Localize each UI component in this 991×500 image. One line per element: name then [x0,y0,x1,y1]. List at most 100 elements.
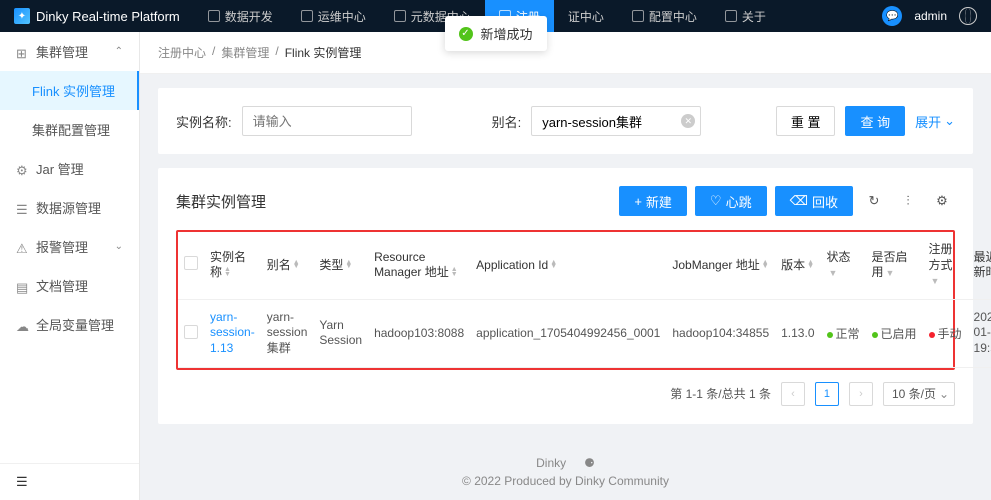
doc-icon: ▤ [16,280,28,292]
new-button[interactable]: +新建 [619,186,687,216]
heart-icon: ♡ [710,193,722,209]
checkbox-row[interactable] [184,325,198,339]
logo[interactable]: ✦ Dinky Real-time Platform [0,8,194,24]
footer-name[interactable]: Dinky [536,456,566,470]
main: 注册中心/ 集群管理/ Flink 实例管理 实例名称: 别名: ✕ 重 置 查 [140,32,991,500]
logo-icon: ✦ [14,8,30,24]
crumb-current: Flink 实例管理 [285,44,362,61]
filter-icon: ▼ [829,268,838,278]
instance-table: 实例名称▲▼ 别名▲▼ 类型▲▼ Resource Manager 地址▲▼ A… [178,232,991,368]
col-version[interactable]: 版本▲▼ [775,232,820,299]
page-next[interactable]: › [849,382,873,406]
footer: Dinky ⚈ © 2022 Produced by Dinky Communi… [140,444,991,500]
app-name: Dinky Real-time Platform [36,9,180,24]
table-highlight: 实例名称▲▼ 别名▲▼ 类型▲▼ Resource Manager 地址▲▼ A… [176,230,955,370]
cell-rm: hadoop103:8088 [368,299,470,367]
density-icon[interactable]: ⫶ [895,188,921,214]
cell-reg: 手动 [923,299,968,367]
col-name[interactable]: 实例名称▲▼ [204,232,261,299]
gear-icon [632,10,644,22]
globe-icon[interactable] [959,7,977,25]
crumb[interactable]: 注册中心 [158,44,206,61]
col-appid[interactable]: Application Id▲▼ [470,232,666,299]
cell-status: 正常 [821,299,866,367]
monitor-icon [301,10,313,22]
sidebar-collapse-toggle[interactable]: ☰ [0,463,139,500]
sidebar-group-cluster[interactable]: ⊞集群管理 ⌃ [0,32,139,71]
col-enabled[interactable]: 是否启用▼ [866,232,923,299]
reset-button[interactable]: 重 置 [776,106,836,136]
nav-data-dev[interactable]: 数据开发 [194,0,287,32]
chevron-down-icon: ⌄ [944,113,955,129]
nav-config[interactable]: 配置中心 [618,0,711,32]
sidebar: ⊞集群管理 ⌃ Flink 实例管理 集群配置管理 ⚙Jar 管理 ☰数据源管理… [0,32,140,500]
page-icon [394,10,406,22]
status-dot-icon [929,332,935,338]
reload-icon[interactable]: ↻ [861,188,887,214]
page-current[interactable]: 1 [815,382,839,406]
list-icon: ☰ [16,202,28,214]
nav-ops[interactable]: 运维中心 [287,0,380,32]
clear-icon[interactable]: ✕ [681,114,695,128]
chevron-up-icon: ⌃ [115,46,123,57]
expand-link[interactable]: 展开⌄ [915,112,955,131]
sidebar-item-alert[interactable]: ⚠报警管理 ⌄ [0,227,139,266]
footer-copyright: © 2022 Produced by Dinky Community [140,474,991,488]
settings-icon[interactable]: ⚙ [929,188,955,214]
cloud-icon: ☁ [16,319,28,331]
alert-icon: ⚠ [16,241,28,253]
cell-type: Yarn Session [313,299,368,367]
checkbox-all[interactable] [184,256,198,270]
nav-about[interactable]: 关于 [711,0,780,32]
alias-input[interactable] [531,106,701,136]
name-input[interactable] [242,106,412,136]
check-icon: ✓ [458,27,472,41]
toast-success: ✓ 新增成功 [444,16,546,51]
page-summary: 第 1-1 条/总共 1 条 [670,385,771,402]
gear-icon: ⚙ [16,163,28,175]
col-status[interactable]: 状态▼ [821,232,866,299]
pagination: 第 1-1 条/总共 1 条 ‹ 1 › 10 条/页 [176,370,955,406]
instance-name-link[interactable]: yarn-session-1.13 [210,310,255,355]
sidebar-item-global-var[interactable]: ☁全局变量管理 [0,305,139,344]
page-size-select[interactable]: 10 条/页 [883,382,955,406]
crumb[interactable]: 集群管理 [221,44,269,61]
github-icon[interactable]: ⚈ [584,456,595,470]
chevron-down-icon: ⌄ [115,241,123,252]
trash-icon: ⌫ [790,193,808,209]
db-icon [208,10,220,22]
sidebar-item-datasource[interactable]: ☰数据源管理 [0,188,139,227]
table-card: 集群实例管理 +新建 ♡心跳 ⌫回收 ↻ ⫶ ⚙ 实例名称▲▼ [158,168,973,424]
top-right: 💬 admin [882,6,991,26]
username[interactable]: admin [914,9,947,23]
name-label: 实例名称: [176,112,232,131]
table-header-row: 实例名称▲▼ 别名▲▼ 类型▲▼ Resource Manager 地址▲▼ A… [178,232,991,299]
sidebar-item-docs[interactable]: ▤文档管理 [0,266,139,305]
nav-cert[interactable]: 证中心 [554,0,618,32]
col-jm[interactable]: JobManger 地址▲▼ [666,232,775,299]
avatar[interactable]: 💬 [882,6,902,26]
collapse-icon: ☰ [16,474,28,489]
status-dot-icon [827,332,833,338]
cell-updated: 2024-01-16 19:53:25 [968,299,991,367]
col-type[interactable]: 类型▲▼ [313,232,368,299]
cell-alias: yarn-session集群 [261,299,314,367]
col-rm[interactable]: Resource Manager 地址▲▼ [368,232,470,299]
alias-label: 别名: [492,112,522,131]
filter-icon: ▼ [931,276,940,286]
col-alias[interactable]: 别名▲▼ [261,232,314,299]
sidebar-item-jar[interactable]: ⚙Jar 管理 [0,149,139,188]
page-prev[interactable]: ‹ [781,382,805,406]
cell-appid: application_1705404992456_0001 [470,299,666,367]
plus-icon: + [634,194,642,209]
toast-text: 新增成功 [480,24,532,43]
col-reg[interactable]: 注册方式▼ [923,232,968,299]
cell-jm: hadoop104:34855 [666,299,775,367]
recycle-button[interactable]: ⌫回收 [775,186,853,216]
sidebar-item-cluster-config[interactable]: 集群配置管理 [0,110,139,149]
breadcrumb: 注册中心/ 集群管理/ Flink 实例管理 [140,32,991,74]
col-updated[interactable]: 最近更新时间▲▼ [968,232,991,299]
sidebar-item-flink-instance[interactable]: Flink 实例管理 [0,71,139,110]
heartbeat-button[interactable]: ♡心跳 [695,186,767,216]
query-button[interactable]: 查 询 [845,106,905,136]
